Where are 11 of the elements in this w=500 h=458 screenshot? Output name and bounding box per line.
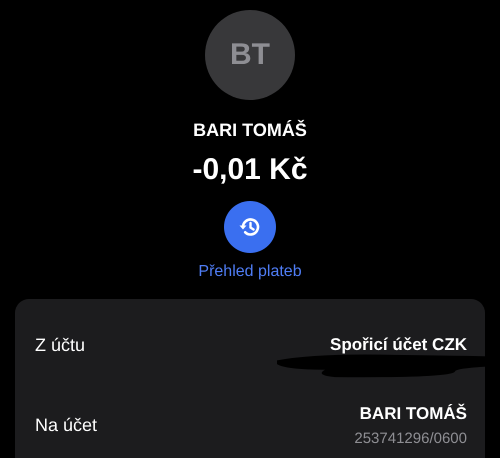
- detail-label: Na účet: [35, 414, 98, 436]
- avatar: BT: [205, 10, 295, 100]
- amount: -0,01 Kč: [192, 153, 308, 187]
- account-number: 253741296/0600: [354, 430, 467, 446]
- detail-label: Z účtu: [35, 334, 86, 356]
- payment-overview-link[interactable]: Přehled plateb: [198, 263, 302, 281]
- detail-value: BARI TOMÁŠ: [360, 404, 467, 424]
- detail-value: Spořicí účet CZK: [330, 335, 467, 355]
- recipient-name: BARI TOMÁŠ: [193, 120, 307, 141]
- history-icon: [238, 215, 262, 239]
- history-button[interactable]: [224, 201, 276, 253]
